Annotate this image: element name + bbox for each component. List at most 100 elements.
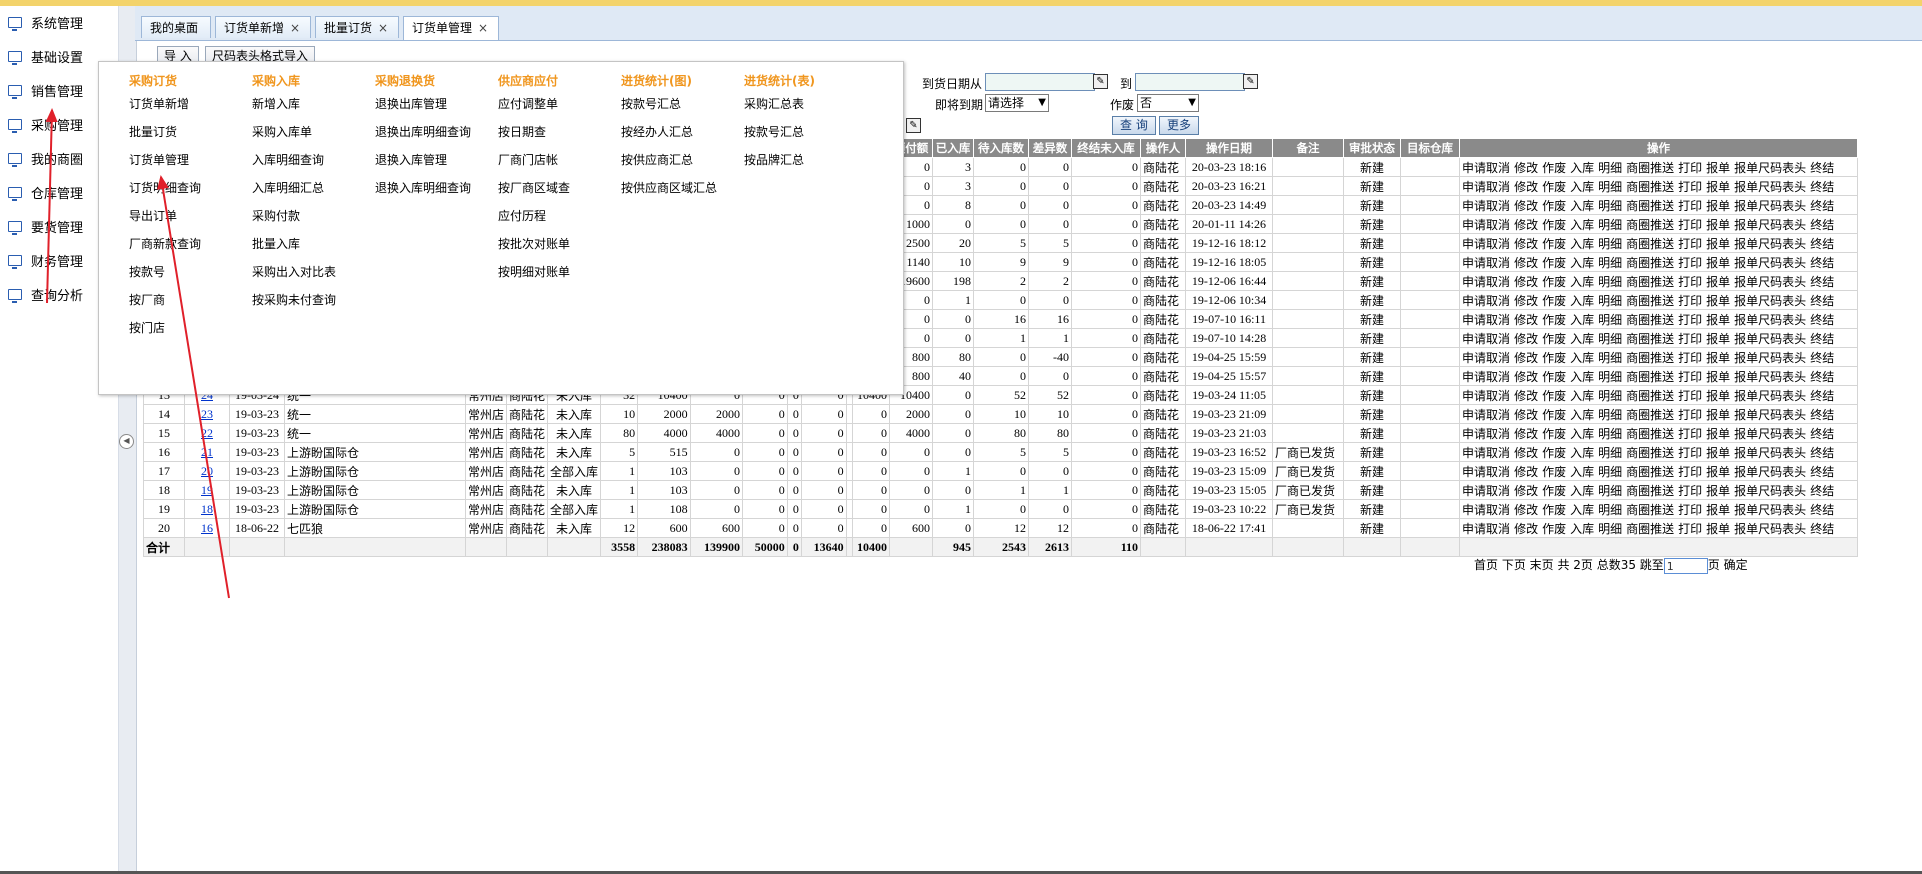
row-action-link[interactable]: 打印: [1678, 161, 1702, 175]
row-action-link[interactable]: 明细: [1598, 332, 1622, 346]
menu-item[interactable]: 应付历程: [498, 202, 570, 230]
row-action-link[interactable]: 修改: [1514, 522, 1538, 536]
row-action-link[interactable]: 作废: [1542, 218, 1566, 232]
row-action-link[interactable]: 修改: [1514, 218, 1538, 232]
row-action-link[interactable]: 明细: [1598, 446, 1622, 460]
row-action-link[interactable]: 终结: [1810, 332, 1834, 346]
arrival-to-input[interactable]: [1135, 73, 1245, 91]
row-action-link[interactable]: 商圈推送: [1626, 370, 1674, 384]
sidebar-item-basic-settings[interactable]: 基础设置: [8, 44, 83, 68]
row-action-link[interactable]: 申请取消: [1462, 256, 1510, 270]
row-action-link[interactable]: 修改: [1514, 370, 1538, 384]
row-action-link[interactable]: 终结: [1810, 237, 1834, 251]
row-action-link[interactable]: 作废: [1542, 237, 1566, 251]
row-action-link[interactable]: 申请取消: [1462, 275, 1510, 289]
row-action-link[interactable]: 修改: [1514, 351, 1538, 365]
row-action-link[interactable]: 商圈推送: [1626, 484, 1674, 498]
row-action-link[interactable]: 作废: [1542, 313, 1566, 327]
row-action-link[interactable]: 修改: [1514, 332, 1538, 346]
row-action-link[interactable]: 打印: [1678, 503, 1702, 517]
row-action-link[interactable]: 修改: [1514, 503, 1538, 517]
row-action-link[interactable]: 申请取消: [1462, 332, 1510, 346]
menu-item[interactable]: 应付调整单: [498, 90, 570, 118]
order-number-link[interactable]: 20: [201, 464, 213, 478]
menu-item[interactable]: 采购入库单: [252, 118, 336, 146]
tab-my-desktop[interactable]: 我的桌面: [141, 16, 211, 38]
row-action-link[interactable]: 明细: [1598, 484, 1622, 498]
row-action-link[interactable]: 修改: [1514, 313, 1538, 327]
row-action-link[interactable]: 作废: [1542, 522, 1566, 536]
menu-item[interactable]: 按门店: [129, 314, 201, 342]
sidebar-item-requisition[interactable]: 要货管理: [8, 214, 83, 238]
row-action-link[interactable]: 入库: [1570, 313, 1594, 327]
row-action-link[interactable]: 商圈推送: [1626, 389, 1674, 403]
row-action-link[interactable]: 商圈推送: [1626, 332, 1674, 346]
row-action-link[interactable]: 报单: [1706, 503, 1730, 517]
row-action-link[interactable]: 申请取消: [1462, 389, 1510, 403]
row-action-link[interactable]: 明细: [1598, 427, 1622, 441]
close-icon[interactable]: ×: [378, 21, 388, 35]
menu-item[interactable]: 退换出库明细查询: [375, 118, 471, 146]
row-action-link[interactable]: 作废: [1542, 370, 1566, 384]
pagination-confirm[interactable]: 页 确定: [1708, 558, 1748, 572]
row-action-link[interactable]: 入库: [1570, 446, 1594, 460]
row-action-link[interactable]: 打印: [1678, 427, 1702, 441]
menu-item[interactable]: 订货单管理: [129, 146, 201, 174]
row-action-link[interactable]: 商圈推送: [1626, 427, 1674, 441]
row-action-link[interactable]: 修改: [1514, 237, 1538, 251]
row-action-link[interactable]: 商圈推送: [1626, 180, 1674, 194]
row-action-link[interactable]: 申请取消: [1462, 484, 1510, 498]
row-action-link[interactable]: 入库: [1570, 256, 1594, 270]
row-action-link[interactable]: 打印: [1678, 275, 1702, 289]
row-action-link[interactable]: 入库: [1570, 427, 1594, 441]
row-action-link[interactable]: 修改: [1514, 294, 1538, 308]
menu-item[interactable]: 按款号汇总: [621, 90, 717, 118]
sidebar-item-query-analysis[interactable]: 查询分析: [8, 282, 83, 306]
row-action-link[interactable]: 商圈推送: [1626, 408, 1674, 422]
row-action-link[interactable]: 申请取消: [1462, 313, 1510, 327]
close-icon[interactable]: ×: [290, 21, 300, 35]
row-action-link[interactable]: 修改: [1514, 161, 1538, 175]
table-row[interactable]: 20 16 18-06-22 七匹狼 常州店 商陆花 未入库 12 600 600 0 0 0 0 600 0…: [143, 518, 1859, 538]
row-action-link[interactable]: 入库: [1570, 199, 1594, 213]
row-action-link[interactable]: 终结: [1810, 313, 1834, 327]
row-action-link[interactable]: 入库: [1570, 351, 1594, 365]
row-action-link[interactable]: 报单: [1706, 199, 1730, 213]
row-action-link[interactable]: 修改: [1514, 484, 1538, 498]
row-action-link[interactable]: 打印: [1678, 294, 1702, 308]
row-action-link[interactable]: 作废: [1542, 484, 1566, 498]
row-action-link[interactable]: 报单: [1706, 275, 1730, 289]
tab-order-new[interactable]: 订货单新增 ×: [215, 16, 311, 38]
row-action-link[interactable]: 作废: [1542, 161, 1566, 175]
row-action-link[interactable]: 报单: [1706, 237, 1730, 251]
row-action-link[interactable]: 入库: [1570, 522, 1594, 536]
sidebar-item-warehouse[interactable]: 仓库管理: [8, 180, 83, 204]
row-action-link[interactable]: 作废: [1542, 275, 1566, 289]
row-action-link[interactable]: 打印: [1678, 370, 1702, 384]
row-action-link[interactable]: 报单尺码表头: [1734, 408, 1806, 422]
row-action-link[interactable]: 入库: [1570, 294, 1594, 308]
row-action-link[interactable]: 终结: [1810, 484, 1834, 498]
row-action-link[interactable]: 报单尺码表头: [1734, 256, 1806, 270]
row-action-link[interactable]: 商圈推送: [1626, 294, 1674, 308]
row-action-link[interactable]: 报单: [1706, 427, 1730, 441]
row-action-link[interactable]: 作废: [1542, 332, 1566, 346]
row-action-link[interactable]: 入库: [1570, 161, 1594, 175]
table-row[interactable]: 17 20 19-03-23 上游盼国际仓 常州店 商陆花 全部入库 1 103 0 0 0 0 0 0 1 0…: [143, 461, 1859, 481]
row-action-link[interactable]: 终结: [1810, 389, 1834, 403]
row-action-link[interactable]: 报单: [1706, 465, 1730, 479]
row-action-link[interactable]: 明细: [1598, 218, 1622, 232]
row-action-link[interactable]: 打印: [1678, 332, 1702, 346]
row-action-link[interactable]: 报单尺码表头: [1734, 465, 1806, 479]
row-action-link[interactable]: 商圈推送: [1626, 522, 1674, 536]
menu-item[interactable]: 按明细对账单: [498, 258, 570, 286]
row-action-link[interactable]: 修改: [1514, 389, 1538, 403]
row-action-link[interactable]: 打印: [1678, 180, 1702, 194]
row-action-link[interactable]: 报单: [1706, 161, 1730, 175]
row-action-link[interactable]: 打印: [1678, 389, 1702, 403]
row-action-link[interactable]: 商圈推送: [1626, 256, 1674, 270]
row-action-link[interactable]: 作废: [1542, 503, 1566, 517]
menu-item[interactable]: 订货明细查询: [129, 174, 201, 202]
row-action-link[interactable]: 入库: [1570, 484, 1594, 498]
menu-item[interactable]: 采购出入对比表: [252, 258, 336, 286]
